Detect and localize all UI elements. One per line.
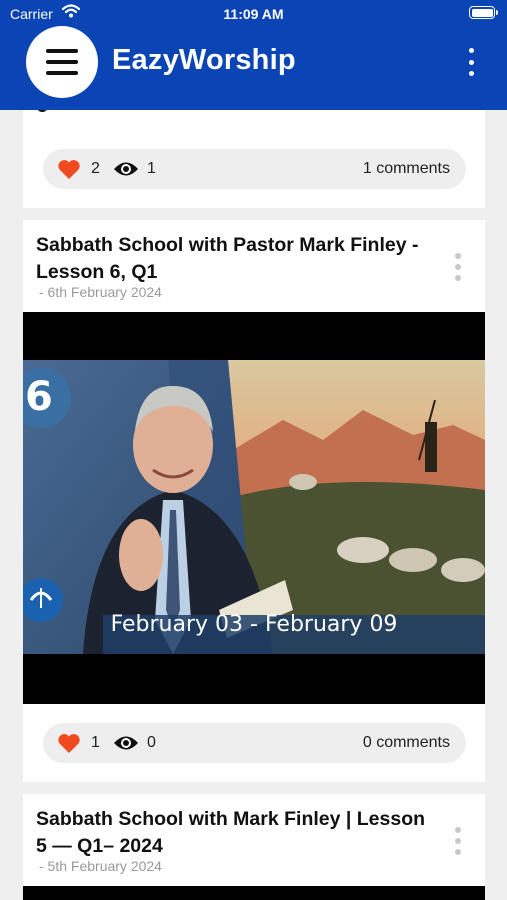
- post-stats-bar: 1 0 0 comments: [43, 723, 466, 763]
- view-count: 0: [147, 734, 156, 751]
- like-count: 1: [91, 734, 100, 751]
- post-title[interactable]: Sabbath School with Mark Finley | Lesson…: [36, 806, 426, 860]
- post-card: Sabbath School with Pastor Mark Finley -…: [23, 220, 485, 782]
- post-options-button[interactable]: [454, 827, 462, 855]
- post-title[interactable]: Sabbath School with Pastor Mark Finley -…: [36, 232, 426, 286]
- video-thumbnail[interactable]: [23, 360, 485, 654]
- post-date: - 6th February 2024: [39, 284, 162, 300]
- post-card: Sabbath School with Mark Finley | Lesson…: [23, 794, 485, 900]
- heart-icon[interactable]: [57, 159, 81, 180]
- eye-icon: [114, 736, 138, 750]
- more-vert-icon: [455, 827, 461, 833]
- like-count: 2: [91, 160, 100, 177]
- video-date-range: February 03 - February 09: [110, 612, 398, 637]
- lesson-number-badge: 6: [25, 374, 53, 420]
- menu-button[interactable]: [26, 26, 98, 98]
- post-stats-bar: 2 1 1 comments: [43, 149, 466, 189]
- post-date: - 5th February 2024: [39, 858, 162, 874]
- app-header: Carrier 11:09 AM EazyWorship: [0, 0, 507, 110]
- video-player[interactable]: 6 February 03 - February 09: [23, 312, 485, 704]
- post-options-button[interactable]: [454, 253, 462, 281]
- heart-icon[interactable]: [57, 733, 81, 754]
- status-bar: Carrier 11:09 AM: [0, 0, 507, 28]
- comments-link[interactable]: 0 comments: [363, 734, 450, 752]
- menu-icon: [46, 49, 78, 53]
- status-time: 11:09 AM: [223, 6, 284, 22]
- comments-link[interactable]: 1 comments: [363, 160, 450, 178]
- app-title: EazyWorship: [112, 44, 296, 76]
- eye-icon: [114, 162, 138, 176]
- video-player[interactable]: [23, 886, 485, 900]
- more-vert-icon: [468, 48, 474, 53]
- more-options-button[interactable]: [467, 48, 475, 76]
- post-card: 3 2 1 1 comments: [23, 96, 485, 208]
- view-count: 1: [147, 160, 156, 177]
- battery-icon: [469, 6, 498, 19]
- more-vert-icon: [455, 253, 461, 259]
